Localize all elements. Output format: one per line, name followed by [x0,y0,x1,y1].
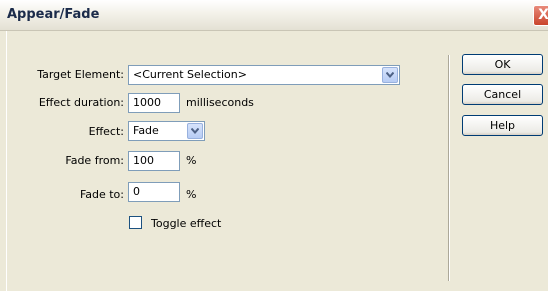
fade-from-unit: % [186,154,197,167]
close-button[interactable]: X [533,5,548,26]
fade-to-label: Fade to: [79,188,124,201]
effect-label: Effect: [88,125,124,138]
effect-duration-label: Effect duration: [38,96,124,109]
effect-duration-input[interactable]: 1000 [128,93,180,113]
vertical-divider [448,55,449,281]
effect-select[interactable]: Fade [128,121,205,141]
ok-button[interactable]: OK [462,54,543,75]
chevron-down-icon[interactable] [187,123,203,139]
appear-fade-dialog: Appear/Fade X Target Element: <Current S… [0,0,548,291]
dialog-body: Target Element: <Current Selection> Effe… [6,31,548,291]
target-element-label: Target Element: [37,68,124,81]
cancel-button[interactable]: Cancel [462,84,543,105]
toggle-effect-checkbox[interactable] [129,216,142,229]
fade-from-input[interactable]: 100 [128,151,180,171]
effect-value: Fade [133,124,159,137]
effect-duration-unit: milliseconds [186,96,254,109]
fade-from-label: Fade from: [65,154,124,167]
fade-to-input[interactable]: 0 [128,182,180,202]
toggle-effect-label[interactable]: Toggle effect [151,217,221,230]
title-bar[interactable]: Appear/Fade X [0,0,548,31]
target-element-value: <Current Selection> [133,68,247,81]
help-button[interactable]: Help [462,115,543,136]
dialog-title: Appear/Fade [7,7,100,22]
target-element-select[interactable]: <Current Selection> [128,65,400,85]
close-icon: X [538,7,548,23]
chevron-down-icon[interactable] [382,67,398,83]
fade-to-unit: % [186,188,197,201]
